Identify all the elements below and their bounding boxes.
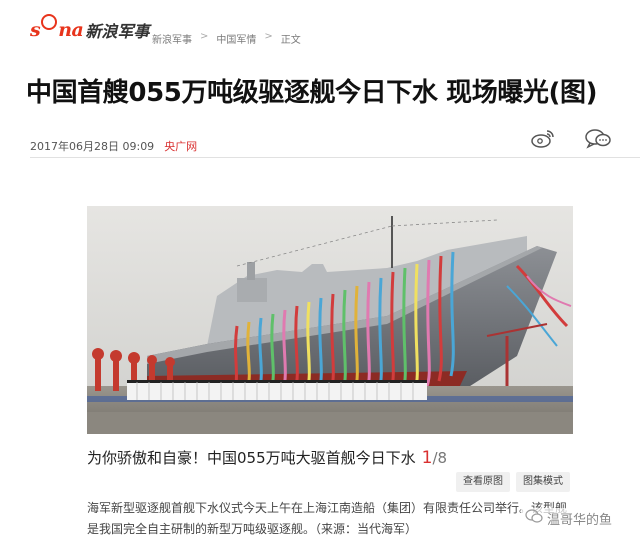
- breadcrumb-separator: >: [264, 31, 273, 42]
- caption-text: 为你骄傲和自豪！中国055万吨大驱首舰今日下水: [87, 449, 416, 467]
- publish-date: 2017年06月28日 09:09: [30, 140, 155, 153]
- gallery-caption: 为你骄傲和自豪！中国055万吨大驱首舰今日下水 1/8: [87, 447, 447, 468]
- breadcrumb-china-military[interactable]: 中国军情: [216, 31, 256, 46]
- gallery-photo-destroyer-launch[interactable]: [87, 206, 573, 434]
- share-bar: [530, 127, 612, 149]
- sina-logo-text: s na: [30, 14, 84, 41]
- article-meta: 2017年06月28日 09:09 央广网: [30, 138, 197, 154]
- gallery-description: 海军新型驱逐舰首舰下水仪式今天上午在上海江南造船（集团）有限责任公司举行。该型舰…: [87, 501, 568, 536]
- site-header: s na 新浪军事 新浪军事 > 中国军情 > 正文: [0, 0, 640, 60]
- gallery-mode-button[interactable]: 图集模式: [516, 472, 570, 492]
- comment-icon[interactable]: [584, 127, 612, 149]
- breadcrumb: 新浪军事 > 中国军情 > 正文: [152, 31, 301, 46]
- weibo-icon[interactable]: [530, 127, 556, 149]
- channel-name: 新浪军事: [85, 22, 150, 41]
- view-original-button[interactable]: 查看原图: [456, 472, 510, 492]
- watermark: 温哥华的鱼: [520, 508, 616, 528]
- sina-eye-icon: [41, 14, 58, 30]
- total-pages: /8: [432, 449, 448, 467]
- watermark-text: 温哥华的鱼: [546, 512, 612, 528]
- current-page: 1: [421, 448, 433, 468]
- sina-logo[interactable]: s na 新浪军事: [30, 14, 150, 42]
- wechat-icon: [525, 508, 543, 528]
- page-title: 中国首艘055万吨级驱逐舰今日下水 现场曝光(图): [26, 78, 598, 108]
- breadcrumb-military[interactable]: 新浪军事: [152, 31, 192, 46]
- breadcrumb-article: 正文: [280, 35, 301, 46]
- article-source[interactable]: 央广网: [164, 138, 197, 154]
- breadcrumb-separator: >: [200, 31, 209, 42]
- header-divider: [30, 157, 640, 158]
